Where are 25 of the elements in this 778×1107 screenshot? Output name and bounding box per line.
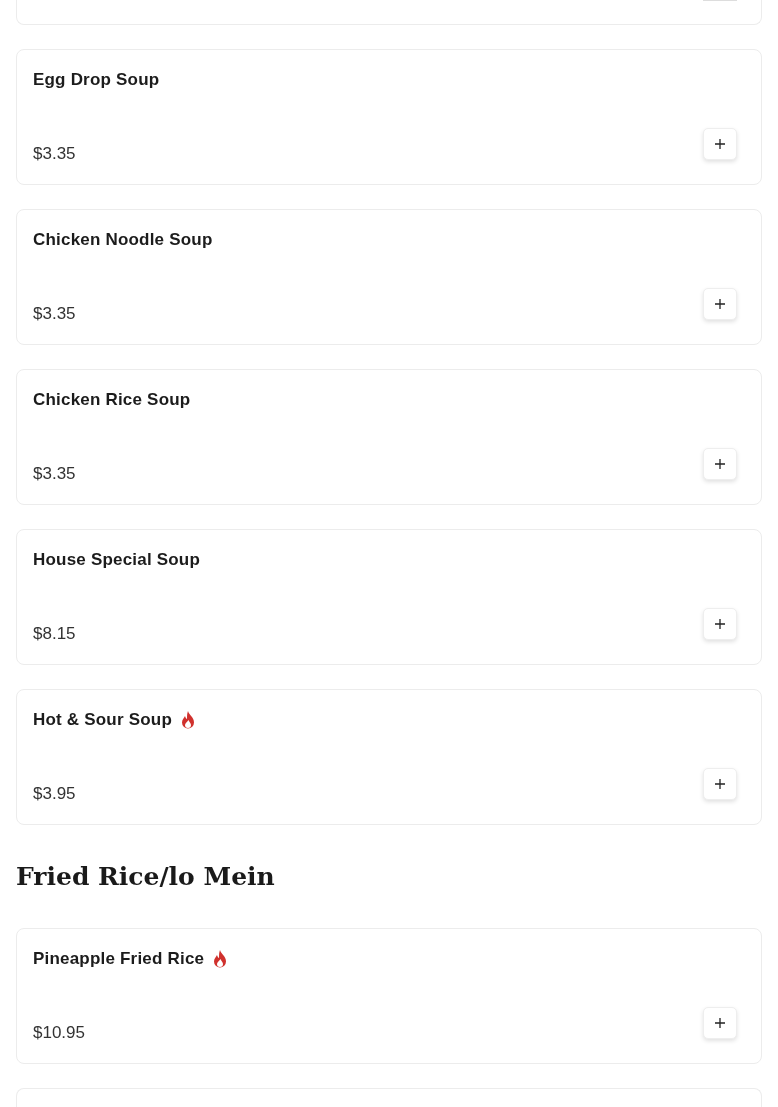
item-price: $10.95	[33, 1023, 85, 1043]
plus-icon	[715, 459, 725, 469]
plus-icon	[715, 299, 725, 309]
plus-icon	[715, 619, 725, 629]
menu-item-card[interactable]: Pineapple Fried Rice $10.95	[16, 928, 762, 1064]
item-price: $8.15	[33, 624, 76, 644]
item-name: Pineapple Fried Rice	[33, 949, 205, 969]
menu-item-card[interactable]: Chicken Noodle Soup $3.35	[16, 209, 762, 345]
item-name: Egg Drop Soup	[33, 70, 160, 90]
menu-item-card[interactable]: House Special Soup $8.15	[16, 529, 762, 665]
item-name: Hot & Sour Soup	[33, 710, 172, 730]
item-price: $3.35	[33, 464, 76, 484]
plus-icon	[715, 779, 725, 789]
menu-item-card[interactable]: Hot & Sour Soup $3.95	[16, 689, 762, 825]
plus-icon	[715, 1018, 725, 1028]
item-price: $3.95	[33, 784, 76, 804]
menu-item-card[interactable]: Egg Drop Soup $3.35	[16, 49, 762, 185]
item-name: Chicken Rice Soup	[33, 390, 191, 410]
menu-item-card[interactable]: Chicken Rice Soup $3.35	[16, 369, 762, 505]
item-name: House Special Soup	[33, 550, 201, 570]
section-heading: Fried Rice/lo Mein	[16, 862, 276, 892]
plus-icon	[715, 139, 725, 149]
item-price: $3.35	[33, 144, 76, 164]
item-name: Chicken Noodle Soup	[33, 230, 213, 250]
item-price: $3.35	[33, 304, 76, 324]
